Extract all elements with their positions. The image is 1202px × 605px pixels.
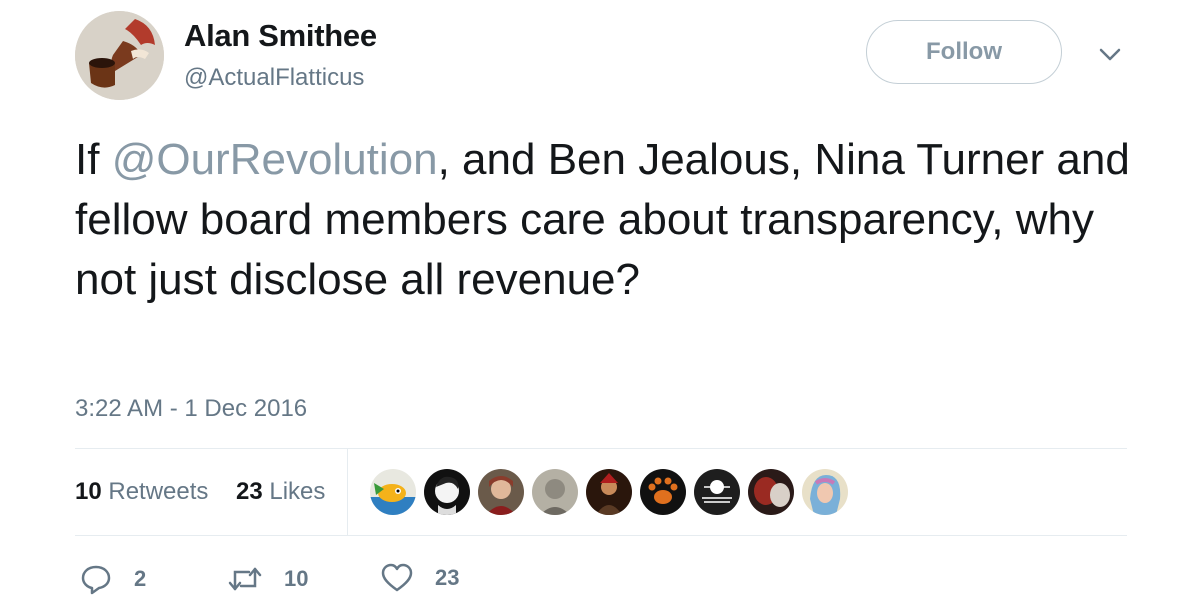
dark-red-avatar-icon — [748, 469, 794, 515]
tweet-timestamp[interactable]: 3:22 AM - 1 Dec 2016 — [75, 395, 307, 423]
liker-avatar-painted[interactable] — [586, 469, 632, 515]
like-count: 23 — [435, 565, 460, 590]
retweets-count: 10 — [75, 478, 102, 505]
avatar[interactable] — [75, 11, 164, 100]
mention-link[interactable]: @OurRevolution — [112, 135, 438, 184]
liker-avatar-grey[interactable] — [532, 469, 578, 515]
retweet-count: 10 — [284, 566, 309, 591]
liker-avatar-colorful[interactable] — [802, 469, 848, 515]
paw-avatar-icon — [640, 469, 686, 515]
woman-photo-avatar-icon — [478, 469, 524, 515]
liker-avatar-paw[interactable] — [640, 469, 686, 515]
likes-stat[interactable]: 23 Likes — [236, 478, 325, 506]
tweet-text: If @OurRevolution, and Ben Jealous, Nina… — [75, 130, 1155, 310]
liker-avatar-peoples-party[interactable] — [694, 469, 740, 515]
pipe-avatar-icon — [75, 11, 164, 100]
chevron-down-icon[interactable] — [1098, 42, 1122, 66]
likes-label: Likes — [269, 478, 326, 505]
like-action[interactable]: 23 — [381, 563, 459, 593]
stats-divider — [347, 449, 348, 535]
reply-icon — [81, 565, 111, 595]
liker-avatar-dark-red[interactable] — [748, 469, 794, 515]
liker-avatar-sketch[interactable] — [424, 469, 470, 515]
fish-cartoon-avatar-icon — [370, 469, 416, 515]
heart-icon — [381, 563, 413, 592]
liker-avatar-fish[interactable] — [370, 469, 416, 515]
divider-top — [75, 448, 1127, 449]
reply-count: 2 — [134, 566, 147, 591]
likes-count: 23 — [236, 478, 263, 505]
divider-bottom — [75, 535, 1127, 536]
retweet-action[interactable]: 10 — [228, 563, 308, 595]
tweet-text-prefix: If — [75, 135, 112, 184]
retweet-icon — [228, 567, 262, 591]
colorful-hair-avatar-icon — [802, 469, 848, 515]
follow-button[interactable]: Follow — [866, 20, 1062, 84]
grey-portrait-avatar-icon — [532, 469, 578, 515]
liker-avatars — [370, 469, 856, 515]
user-name[interactable]: Alan Smithee — [184, 18, 377, 54]
retweets-label: Retweets — [108, 478, 209, 505]
retweets-stat[interactable]: 10 Retweets — [75, 478, 208, 506]
peoples-party-logo-avatar-icon — [694, 469, 740, 515]
reply-action[interactable]: 2 — [80, 563, 146, 595]
liker-avatar-woman[interactable] — [478, 469, 524, 515]
painted-figure-avatar-icon — [586, 469, 632, 515]
portrait-sketch-avatar-icon — [424, 469, 470, 515]
user-handle[interactable]: @ActualFlatticus — [184, 64, 364, 92]
